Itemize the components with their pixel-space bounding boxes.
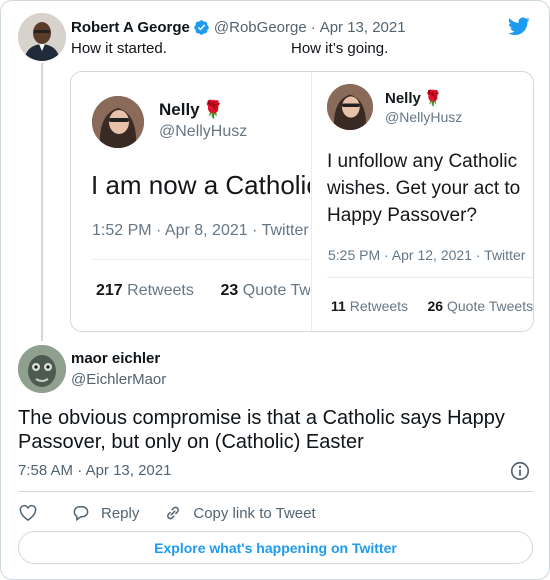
- embedded-avatar: [92, 96, 144, 148]
- reply-label: Reply: [101, 504, 140, 522]
- parent-tweet-header: Robert A George @RobGeorge · Apr 13, 202…: [71, 17, 406, 37]
- embedded-handle: @NellyHusz: [385, 109, 463, 125]
- retweet-label: Retweets: [127, 282, 194, 299]
- embedded-avatar: [327, 84, 373, 130]
- embedded-stats: 217 Retweets 23 Quote Tweets: [96, 282, 310, 300]
- parent-tweet-text-right: How it’s going.: [291, 40, 389, 57]
- embedded-stats: 11 Retweets 26 Quote Tweets: [331, 298, 533, 314]
- reply-bubble-icon: [73, 506, 89, 522]
- quote-label: Quote Tweets: [242, 282, 310, 299]
- retweet-count: 11: [331, 298, 346, 314]
- embedded-name: Nelly 🌹: [159, 100, 224, 119]
- embedded-tweet-line-1: I unfollow any Catholic: [327, 151, 518, 172]
- link-icon: [167, 506, 180, 520]
- separator-dot: ·: [310, 18, 316, 36]
- reply-date: Apr 13, 2021: [85, 462, 172, 479]
- like-button[interactable]: [18, 503, 38, 523]
- reply-author-avatar[interactable]: [18, 345, 66, 393]
- embedded-handle: @NellyHusz: [159, 123, 248, 140]
- retweet-count: 217: [96, 282, 123, 299]
- quote-count: 26: [427, 298, 444, 314]
- embedded-name: Nelly 🌹: [385, 90, 443, 107]
- verified-badge-icon: [193, 19, 210, 36]
- reply-tweet-text: The obvious compromise is that a Catholi…: [18, 407, 505, 453]
- copy-link-label: Copy link to Tweet: [193, 504, 316, 522]
- thread-connector-line: [41, 63, 43, 341]
- info-icon[interactable]: [509, 460, 531, 482]
- twitter-bird-icon[interactable]: [507, 15, 531, 37]
- reply-tweet-timestamp[interactable]: 7:58 AM · Apr 13, 2021: [18, 462, 171, 479]
- media-image-left[interactable]: Nelly 🌹 @NellyHusz I am now a Catholic 1:…: [71, 72, 310, 331]
- parent-tweet-date[interactable]: Apr 13, 2021: [320, 19, 406, 36]
- quote-count: 23: [220, 282, 239, 299]
- rose-emoji-icon: 🌹: [423, 90, 443, 107]
- quote-label: Quote Tweets: [446, 298, 534, 314]
- parent-tweet-text-left: How it started.: [71, 40, 167, 57]
- tweet-media-grid[interactable]: Nelly 🌹 @NellyHusz I am now a Catholic 1:…: [70, 71, 534, 332]
- reply-author-handle[interactable]: @EichlerMaor: [71, 371, 166, 388]
- media-image-right[interactable]: Nelly 🌹 @NellyHusz I unfollow any Catholi…: [311, 72, 533, 331]
- parent-author-name[interactable]: Robert A George: [71, 19, 190, 36]
- separator-dot: ·: [77, 462, 83, 479]
- embedded-tweet-line-3: Happy Passover?: [327, 205, 477, 226]
- actions-divider: [18, 491, 533, 492]
- embedded-tweet-meta: 1:52 PM · Apr 8, 2021 · Twitter: [92, 222, 309, 239]
- embedded-separator: [327, 277, 533, 278]
- embedded-tweet-meta: 5:25 PM · Apr 12, 2021 · Twitter: [328, 247, 526, 263]
- embedded-separator: [91, 259, 310, 260]
- copy-link-button[interactable]: Copy link to Tweet: [163, 503, 316, 523]
- reply-time: 7:58 AM: [18, 462, 74, 479]
- reply-author-name[interactable]: maor eichler: [71, 350, 160, 367]
- retweet-label: Retweets: [349, 298, 409, 314]
- rose-emoji-icon: 🌹: [202, 100, 224, 119]
- heart-icon: [19, 504, 37, 521]
- reply-button[interactable]: Reply: [71, 503, 139, 523]
- embedded-tweet-line-2: wishes. Get your act to: [327, 178, 521, 199]
- parent-author-avatar[interactable]: [18, 13, 66, 61]
- parent-author-handle[interactable]: @RobGeorge: [214, 19, 307, 36]
- embedded-tweet-text: I am now a Catholic: [91, 170, 310, 200]
- explore-button[interactable]: Explore what's happening on Twitter: [18, 531, 533, 564]
- tweet-actions-bar: Reply Copy link to Tweet: [18, 499, 316, 527]
- tweet-embed-card: Robert A George @RobGeorge · Apr 13, 202…: [0, 0, 550, 580]
